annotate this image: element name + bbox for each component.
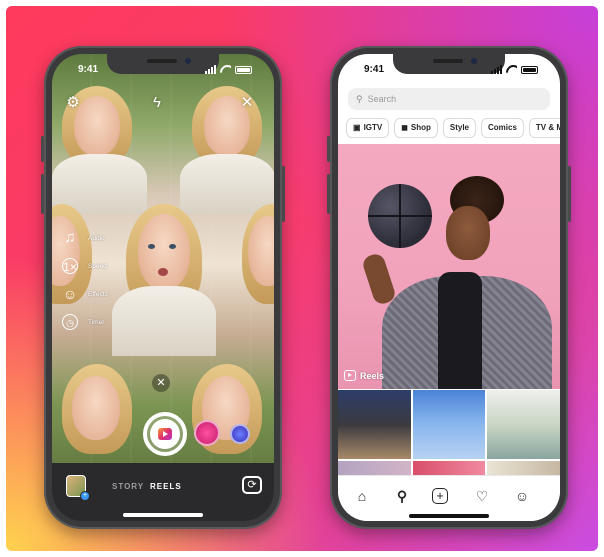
status-time: 9:41	[78, 64, 99, 75]
record-button[interactable]	[143, 412, 187, 456]
tool-speed-label: Speed	[88, 262, 107, 270]
explore-grid	[338, 390, 560, 476]
tool-audio[interactable]: ♫ Audio	[62, 229, 105, 246]
chip-comics[interactable]: Comics	[481, 118, 524, 138]
mode-reels[interactable]: REELS	[150, 482, 182, 491]
effect-sparkle-button[interactable]	[194, 420, 220, 446]
wifi-icon	[506, 65, 517, 74]
reels-label-text: Reels	[360, 370, 385, 381]
music-note-icon: ♫	[64, 229, 76, 246]
grid-tile[interactable]	[487, 390, 560, 459]
chip-label: Shop	[410, 123, 431, 132]
volume-up-button	[41, 174, 44, 214]
camera-bottom-bar: + STORY REELS ⟳	[52, 463, 274, 521]
chip-style[interactable]: Style	[442, 118, 476, 138]
chip-igtv[interactable]: ▣ IGTV	[346, 118, 390, 138]
basketball-image	[368, 184, 432, 248]
gallery-thumbnail[interactable]: +	[66, 475, 90, 501]
effect-blue-button[interactable]	[230, 424, 250, 444]
power-button	[568, 166, 571, 222]
profile-icon[interactable]: ☺	[512, 486, 532, 506]
status-time: 9:41	[364, 64, 385, 75]
gear-icon[interactable]: ⚙	[64, 94, 82, 112]
igtv-icon: ▣	[353, 123, 361, 132]
hero-photo-arm	[360, 251, 398, 307]
battery-icon	[235, 65, 252, 74]
heart-icon[interactable]: ♡	[472, 486, 492, 506]
mute-switch	[327, 136, 330, 162]
featured-reel[interactable]: Reels	[338, 144, 560, 389]
home-icon[interactable]: ⌂	[352, 486, 372, 506]
hero-photo-top	[438, 272, 482, 389]
status-bar: 9:41	[338, 64, 560, 78]
search-icon[interactable]: ⚲	[392, 486, 412, 506]
chip-label: Comics	[488, 123, 517, 132]
timer-icon: ◷	[62, 314, 78, 330]
left-phone: 9:41 ⚙ ϟ ✕ ♫ Audio 1× Speed ☺ Effects ◷ …	[41, 46, 285, 529]
search-icon: ⚲	[356, 93, 363, 104]
grid-tile[interactable]	[338, 461, 411, 476]
tool-effects-label: Effects	[88, 290, 108, 298]
grid-tile[interactable]	[338, 390, 411, 459]
reels-icon	[344, 370, 356, 381]
effects-icon: ☺	[62, 286, 78, 302]
search-input[interactable]	[367, 94, 518, 104]
flash-icon[interactable]: ϟ	[148, 94, 166, 112]
hero-photo-face	[446, 206, 490, 260]
signal-icon	[205, 65, 216, 74]
add-icon: +	[80, 491, 90, 501]
grid-tile[interactable]	[412, 390, 486, 459]
signal-icon	[491, 65, 502, 74]
shop-bag-icon: ◼	[401, 123, 408, 132]
home-indicator	[123, 513, 203, 517]
grid-tile[interactable]	[487, 461, 560, 476]
remove-clip-button[interactable]: ✕	[152, 374, 170, 392]
bottom-tab-bar: ⌂ ⚲ + ♡ ☺	[338, 475, 560, 521]
battery-icon	[521, 65, 538, 74]
speed-icon: 1×	[62, 258, 78, 274]
tool-timer-label: Timer	[88, 318, 105, 326]
category-chips: ▣IGTV ◼Shop Style Comics TV & Movie	[346, 118, 560, 138]
tool-timer[interactable]: ◷ Timer	[62, 314, 104, 330]
camera-top-bar: ⚙ ϟ ✕	[52, 94, 274, 118]
tool-audio-label: Audio	[88, 234, 105, 242]
mute-switch	[41, 136, 44, 162]
flip-camera-icon[interactable]: ⟳	[242, 476, 262, 494]
chip-label: TV & Movie	[535, 123, 560, 132]
grid-tile[interactable]	[412, 461, 486, 476]
status-bar: 9:41	[52, 64, 274, 78]
tool-speed[interactable]: 1× Speed	[62, 258, 107, 274]
home-indicator	[409, 514, 489, 518]
right-phone: 9:41 ⚲ ▣IGTV ◼Shop Style Comics TV & Mov…	[327, 46, 571, 529]
tool-effects[interactable]: ☺ Effects	[62, 286, 108, 302]
reels-label: Reels	[344, 370, 384, 381]
camera-screen: 9:41 ⚙ ϟ ✕ ♫ Audio 1× Speed ☺ Effects ◷ …	[52, 54, 274, 521]
chip-label: IGTV	[363, 123, 383, 132]
mode-story[interactable]: STORY	[112, 482, 144, 491]
power-button	[282, 166, 285, 222]
chip-label: Style	[449, 123, 469, 132]
search-bar[interactable]: ⚲	[348, 88, 550, 110]
chip-tv-movie[interactable]: TV & Movie	[528, 118, 560, 138]
chip-shop[interactable]: ◼ Shop	[394, 118, 438, 138]
explore-screen: 9:41 ⚲ ▣IGTV ◼Shop Style Comics TV & Mov…	[338, 54, 560, 521]
wifi-icon	[220, 65, 231, 74]
add-post-icon[interactable]: +	[432, 488, 448, 504]
reels-icon	[158, 428, 172, 440]
volume-up-button	[327, 174, 330, 214]
close-icon[interactable]: ✕	[238, 94, 256, 112]
